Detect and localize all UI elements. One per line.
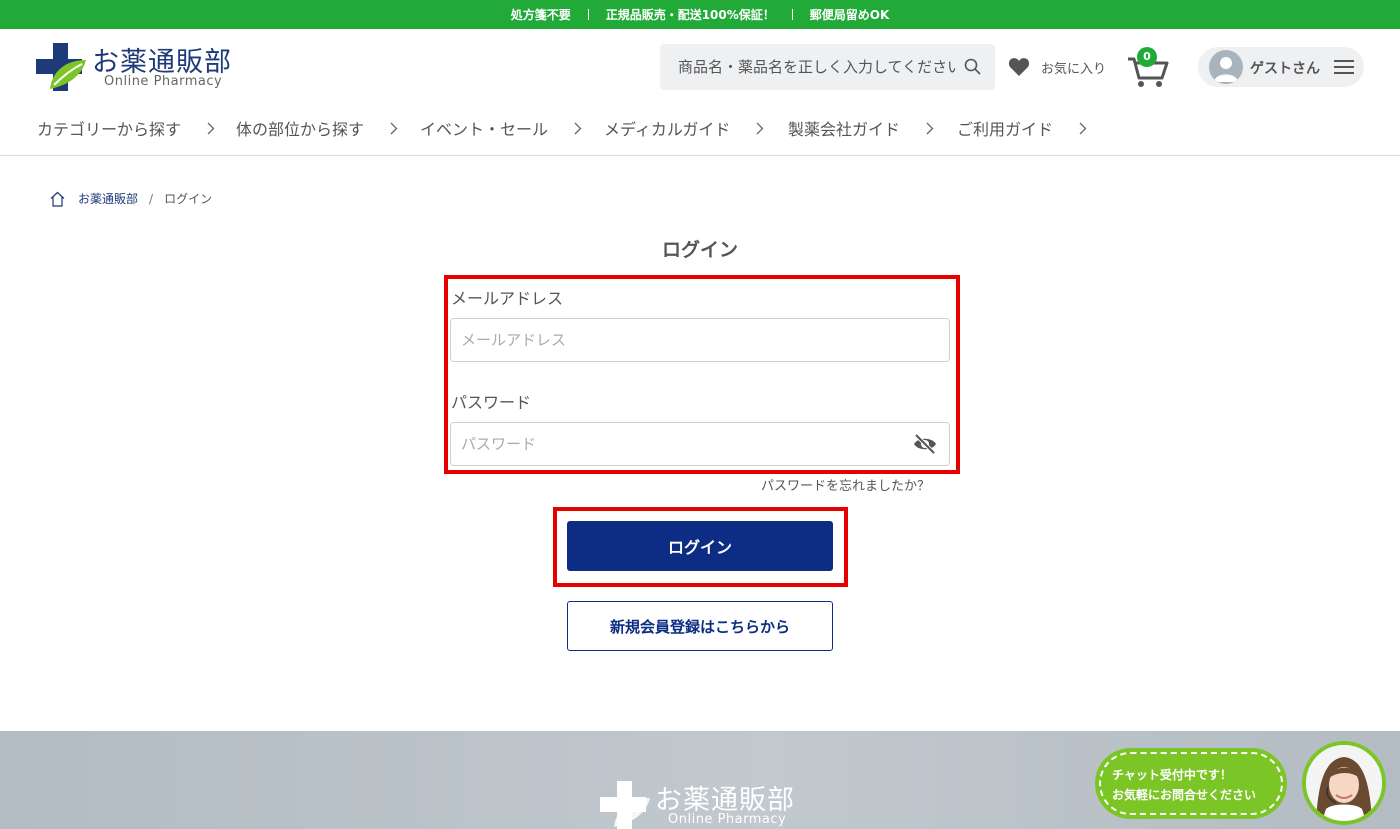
chevron-right-icon (926, 122, 934, 134)
home-icon[interactable] (50, 191, 65, 207)
register-button[interactable]: 新規会員登録はこちらから (567, 601, 833, 651)
user-menu[interactable]: ゲストさん (1198, 47, 1364, 87)
hamburger-menu-icon[interactable] (1334, 59, 1354, 75)
chat-bubble-border (1099, 752, 1283, 815)
favorites-label: お気に入り (1041, 61, 1107, 77)
search-input[interactable] (678, 44, 956, 90)
cart-count-badge: 0 (1137, 47, 1157, 67)
chat-operator-avatar[interactable] (1302, 741, 1386, 825)
nav-item-pharma-guide[interactable]: 製薬会社ガイド (788, 116, 934, 140)
announcement-genuine-guarantee: 正規品販売・配送100%保証！ (605, 8, 775, 22)
nav-item-body-part[interactable]: 体の部位から探す (236, 116, 398, 140)
nav-item-label: ご利用ガイド (957, 120, 1054, 139)
nav-item-events[interactable]: イベント・セール (420, 116, 582, 140)
operator-portrait-icon (1306, 745, 1382, 821)
footer-logo-cross-icon (600, 781, 650, 829)
nav-item-usage-guide[interactable]: ご利用ガイド (957, 116, 1087, 140)
user-name: ゲストさん (1250, 61, 1320, 77)
chevron-right-icon (390, 122, 398, 134)
breadcrumb-home-link[interactable]: お薬通販部 (78, 190, 138, 207)
eye-slash-icon[interactable] (913, 433, 937, 455)
breadcrumb-current: ログイン (164, 192, 213, 206)
nav-item-label: イベント・セール (420, 120, 549, 139)
chevron-right-icon (756, 122, 764, 134)
password-label: パスワード (451, 393, 532, 412)
email-label: メールアドレス (451, 289, 564, 308)
chevron-right-icon (207, 122, 215, 134)
nav-item-medical-guide[interactable]: メディカルガイド (604, 116, 764, 140)
password-field[interactable] (450, 422, 950, 466)
breadcrumb: お薬通販部 / ログイン (50, 190, 212, 207)
announcement-post-office-pickup: 郵便局留めOK (809, 8, 890, 22)
login-button[interactable]: ログイン (567, 521, 833, 571)
nav-item-label: 製薬会社ガイド (788, 120, 901, 139)
chat-message-line1: チャット受付中です！ (1112, 768, 1232, 782)
footer-logo-subtitle: Online Pharmacy (668, 812, 787, 827)
announcement-divider (587, 9, 589, 20)
chat-bubble[interactable]: チャット受付中です！ お気軽にお問合せください (1095, 748, 1287, 819)
forgot-password-link[interactable]: パスワードを忘れましたか？ (761, 475, 930, 494)
cart-button[interactable]: 0 (1127, 45, 1169, 89)
chevron-right-icon (1079, 122, 1087, 134)
site-logo[interactable]: お薬通販部 Online Pharmacy (36, 43, 246, 93)
user-avatar-icon (1209, 50, 1243, 84)
nav-item-label: カテゴリーから探す (37, 120, 182, 139)
announcement-bar: 処方箋不要 正規品販売・配送100%保証！ 郵便局留めOK (0, 0, 1400, 29)
nav-item-label: 体の部位から探す (236, 120, 365, 139)
site-header: お薬通販部 Online Pharmacy お気に入り 0 ゲストさん (0, 29, 1400, 105)
logo-cross-icon (36, 43, 86, 91)
main-nav: カテゴリーから探す 体の部位から探す イベント・セール メディカルガイド 製薬会… (0, 105, 1400, 156)
nav-item-category[interactable]: カテゴリーから探す (37, 116, 215, 140)
breadcrumb-separator: / (149, 191, 154, 206)
search-icon[interactable] (964, 58, 981, 75)
announcement-divider (791, 9, 793, 20)
nav-item-label: メディカルガイド (604, 120, 731, 139)
logo-subtitle: Online Pharmacy (104, 74, 223, 89)
favorites-link[interactable]: お気に入り (1008, 57, 1106, 77)
footer-logo[interactable]: お薬通販部 Online Pharmacy (600, 779, 820, 829)
email-field[interactable] (450, 318, 950, 362)
heart-icon (1008, 58, 1030, 76)
search-box (660, 44, 995, 90)
announcement-no-prescription: 処方箋不要 (510, 8, 571, 22)
chat-message-line2: お気軽にお問合せください (1112, 788, 1257, 802)
chevron-right-icon (574, 122, 582, 134)
page-title: ログイン (661, 239, 738, 261)
